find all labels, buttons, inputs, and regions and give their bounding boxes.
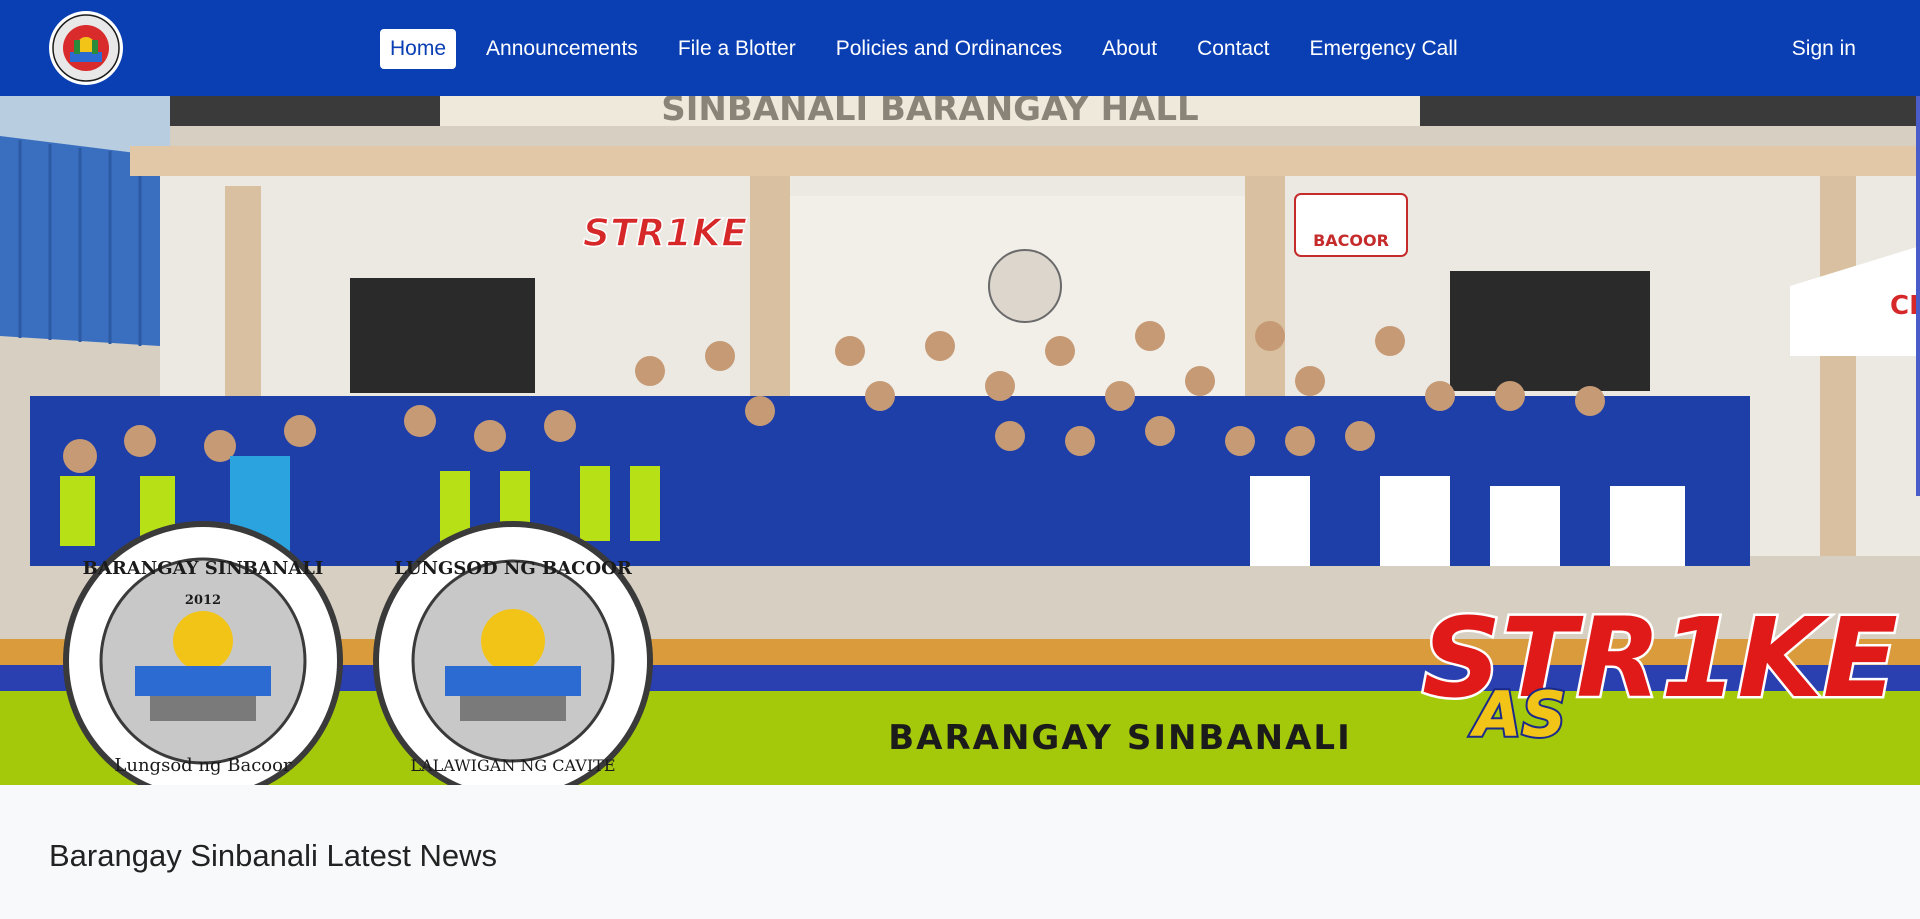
strike-sub: AS (1469, 678, 1567, 751)
main-nav: Home Announcements File a Blotter Polici… (380, 29, 1488, 69)
nav-about[interactable]: About (1092, 29, 1167, 69)
carousel-indicator[interactable] (1916, 96, 1920, 496)
bacoor-seal-right: LUNGSOD NG BACOOR LALAWIGAN NG CAVITE (373, 521, 653, 785)
seal-right-top: LUNGSOD NG BACOOR (394, 558, 633, 579)
bacoor-sign-text: BACOOR (1313, 231, 1389, 250)
nav-policies[interactable]: Policies and Ordinances (826, 29, 1072, 69)
hero-photo-illustration: SINBANALI BARANGAY HALL STR1KE BACOOR CI… (0, 96, 1920, 785)
nav-announcements[interactable]: Announcements (476, 29, 648, 69)
barangay-seal-logo[interactable] (48, 10, 124, 86)
nav-emergency-call[interactable]: Emergency Call (1299, 29, 1467, 69)
nav-contact[interactable]: Contact (1187, 29, 1279, 69)
hero-banner-image: SINBANALI BARANGAY HALL STR1KE BACOOR CI… (0, 96, 1920, 785)
seal-left-year: 2012 (185, 593, 221, 608)
seal-left-top: BARANGAY SINBANALI (83, 558, 324, 579)
nav-file-blotter[interactable]: File a Blotter (668, 29, 806, 69)
svg-text:STR1KE: STR1KE (583, 211, 747, 255)
hall-sign-text: SINBANALI BARANGAY HALL (661, 96, 1198, 129)
nav-home[interactable]: Home (380, 29, 457, 69)
sign-in-link[interactable]: Sign in (1792, 37, 1856, 61)
seal-left-bottom: Lungsod ng Bacoor (114, 755, 292, 776)
latest-news-heading: Barangay Sinbanali Latest News (49, 838, 498, 873)
top-navbar: Home Announcements File a Blotter Polici… (0, 0, 1920, 96)
banner-text: BARANGAY SINBANALI (888, 718, 1352, 758)
barangay-seal-left: BARANGAY SINBANALI 2012 Lungsod ng Bacoo… (63, 521, 343, 785)
seal-right-bottom: LALAWIGAN NG CAVITE (411, 756, 616, 775)
